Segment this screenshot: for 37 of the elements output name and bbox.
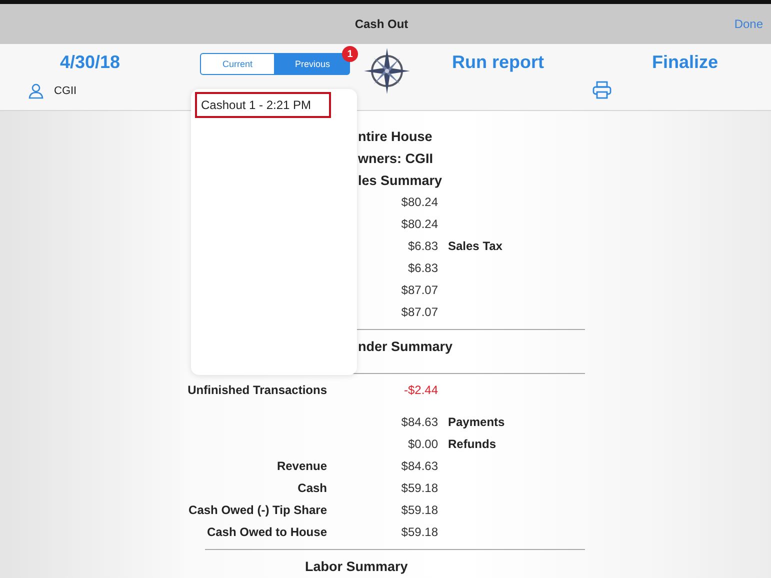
amount-value: $6.83 bbox=[408, 261, 438, 275]
user-icon bbox=[28, 83, 44, 99]
done-button[interactable]: Done bbox=[734, 17, 763, 31]
section-heading: les Summary bbox=[358, 172, 442, 190]
printer-icon[interactable] bbox=[592, 80, 612, 100]
row-label: Revenue bbox=[276, 459, 327, 473]
amount-value: $84.63 bbox=[401, 415, 438, 429]
report-date: 4/30/18 bbox=[60, 52, 120, 73]
section-heading: ntire House bbox=[358, 128, 432, 146]
amount-value: -$2.44 bbox=[404, 383, 438, 397]
segment-tab[interactable]: Current bbox=[200, 53, 275, 75]
screen-title: Cash Out bbox=[354, 17, 408, 31]
row-label: Cash Owed (-) Tip Share bbox=[188, 503, 327, 517]
row-label: Cash bbox=[298, 481, 327, 495]
user-name: CGII bbox=[54, 85, 77, 97]
amount-note: Payments bbox=[447, 415, 505, 429]
amount-value: $59.18 bbox=[401, 481, 438, 495]
section-heading: wners: CGII bbox=[358, 150, 434, 168]
row-label: Cash Owed to House bbox=[206, 525, 327, 539]
count-badge: 1 bbox=[342, 46, 358, 62]
amount-value: $0.00 bbox=[408, 437, 438, 451]
amount-value: $84.63 bbox=[401, 459, 438, 473]
amount-value: $80.24 bbox=[401, 195, 438, 209]
amount-value: $80.24 bbox=[401, 217, 438, 231]
run-report-button[interactable]: Run report bbox=[452, 52, 544, 73]
amount-value: $59.18 bbox=[401, 525, 438, 539]
amount-value: $59.18 bbox=[401, 503, 438, 517]
section-heading: nder Summary bbox=[358, 338, 453, 356]
amount-value: $87.07 bbox=[401, 305, 438, 319]
cashout-item[interactable]: Cashout 1 - 2:21 PM bbox=[195, 92, 331, 118]
amount-value: $87.07 bbox=[401, 283, 438, 297]
amount-note: Refunds bbox=[447, 437, 496, 451]
amount-note: Sales Tax bbox=[447, 239, 502, 253]
row-label: Unfinished Transactions bbox=[188, 383, 327, 397]
finalize-button[interactable]: Finalize bbox=[652, 52, 771, 73]
amount-value: $6.83 bbox=[408, 239, 438, 253]
section-heading: Labor Summary bbox=[305, 558, 408, 576]
